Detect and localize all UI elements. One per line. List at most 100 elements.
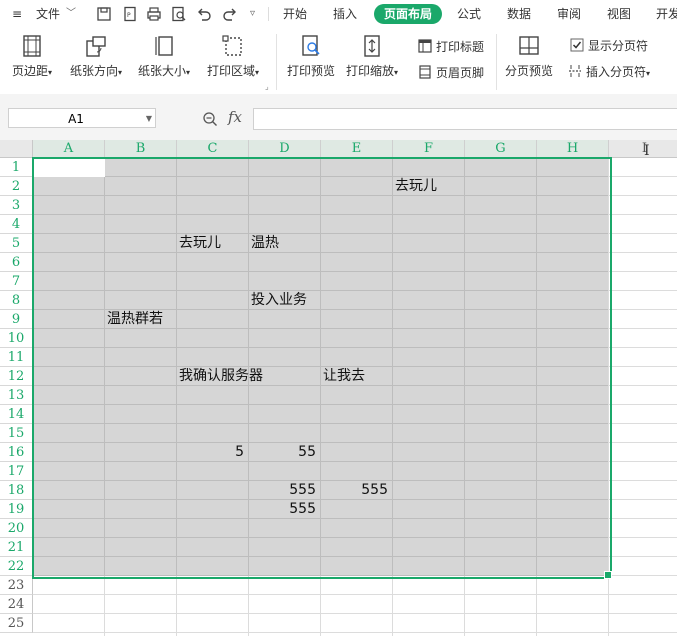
menu-divider: [268, 7, 269, 21]
column-header-f[interactable]: F: [393, 140, 465, 158]
spreadsheet-grid: ABCDEFGHI 1 2 3 4 5 6 7 8 9 10 11 12 13 14 15 16 17 18 19 2…: [0, 140, 677, 636]
save-icon[interactable]: [96, 6, 112, 22]
tab-page-layout[interactable]: 页面布局: [374, 4, 443, 24]
insert-page-break-button[interactable]: 插入分页符▾: [568, 63, 650, 81]
redo-icon[interactable]: [222, 6, 238, 22]
row-header-1[interactable]: 1: [0, 158, 33, 177]
row-header-23[interactable]: 23: [0, 576, 33, 595]
print-scale-button[interactable]: 打印缩放▾: [346, 34, 398, 79]
row-gridline: [609, 366, 677, 367]
row-gridline: [33, 632, 677, 633]
row-gridline: [609, 252, 677, 253]
column-header-g[interactable]: G: [465, 140, 537, 158]
row-header-22[interactable]: 22: [0, 557, 33, 576]
row-gridline: [609, 214, 677, 215]
row-header-6[interactable]: 6: [0, 253, 33, 272]
row-header-16[interactable]: 16: [0, 443, 33, 462]
orientation-button[interactable]: 纸张方向▾: [70, 34, 122, 79]
selection-border: [32, 157, 612, 579]
print-area-button[interactable]: 打印区域▾: [207, 34, 259, 79]
row-header-2[interactable]: 2: [0, 177, 33, 196]
chevron-down-icon[interactable]: ▼: [146, 109, 152, 129]
row-gridline: [609, 404, 677, 405]
row-header-20[interactable]: 20: [0, 519, 33, 538]
print-preview-icon[interactable]: [171, 6, 187, 22]
tab-insert[interactable]: 插入: [323, 4, 367, 24]
row-header-25[interactable]: 25: [0, 614, 33, 633]
row-header-15[interactable]: 15: [0, 424, 33, 443]
print-area-icon: [222, 35, 242, 56]
export-pdf-icon[interactable]: P: [122, 6, 138, 22]
row-header-10[interactable]: 10: [0, 329, 33, 348]
print-titles-label: 打印标题: [436, 40, 485, 54]
row-header-11[interactable]: 11: [0, 348, 33, 367]
paper-size-button[interactable]: 纸张大小▾: [138, 34, 190, 79]
row-gridline: [609, 575, 677, 576]
row-header-12[interactable]: 12: [0, 367, 33, 386]
print-titles-button[interactable]: 打印标题: [418, 38, 484, 56]
column-header-d[interactable]: D: [249, 140, 321, 158]
print-icon[interactable]: [146, 6, 162, 22]
row-header-14[interactable]: 14: [0, 405, 33, 424]
row-header-21[interactable]: 21: [0, 538, 33, 557]
row-gridline: [609, 556, 677, 557]
tab-formulas[interactable]: 公式: [447, 4, 491, 24]
ribbon: 页边距▾ 纸张方向▾ 纸张大小▾ 打印区域▾ ⌟ 打印预览 打印缩放▾ 打印标题…: [0, 28, 677, 95]
column-header-i[interactable]: I: [609, 140, 677, 158]
row-gridline: [609, 328, 677, 329]
name-box-value: A1: [68, 112, 84, 126]
cell-grid[interactable]: 去玩儿 去玩儿 温热 投入业务 温热群若 我确认服务器 让我去 5 55 555 555 555: [32, 157, 677, 636]
tab-review[interactable]: 审阅: [547, 4, 591, 24]
row-header-13[interactable]: 13: [0, 386, 33, 405]
zoom-icon[interactable]: [202, 111, 218, 127]
margins-button[interactable]: 页边距▾: [12, 34, 52, 79]
row-header-9[interactable]: 9: [0, 310, 33, 329]
name-box[interactable]: A1 ▼: [8, 108, 156, 128]
row-gridline: [33, 594, 677, 595]
row-gridline: [609, 423, 677, 424]
fx-label[interactable]: fx: [228, 108, 242, 126]
tab-home[interactable]: 开始: [273, 4, 317, 24]
page-break-preview-label: 分页预览: [505, 64, 554, 78]
row-header-18[interactable]: 18: [0, 481, 33, 500]
column-header-h[interactable]: H: [537, 140, 609, 158]
ribbon-divider: [496, 34, 497, 90]
print-preview-button[interactable]: 打印预览: [287, 34, 335, 79]
tab-data[interactable]: 数据: [497, 4, 541, 24]
show-page-breaks-checkbox[interactable]: 显示分页符: [570, 37, 648, 55]
chevron-down-icon[interactable]: ﹀: [66, 0, 76, 28]
header-footer-button[interactable]: 页眉页脚: [418, 64, 484, 82]
tab-developer[interactable]: 开发: [646, 4, 677, 24]
dialog-launcher-icon[interactable]: ⌟: [265, 82, 269, 91]
row-header-4[interactable]: 4: [0, 215, 33, 234]
hamburger-menu-icon[interactable]: ≡: [12, 0, 22, 28]
page-break-preview-icon: [519, 36, 539, 55]
print-preview-label: 打印预览: [287, 64, 336, 78]
orientation-label: 纸张方向: [70, 64, 119, 78]
row-header-8[interactable]: 8: [0, 291, 33, 310]
row-header-3[interactable]: 3: [0, 196, 33, 215]
row-header-5[interactable]: 5: [0, 234, 33, 253]
file-menu[interactable]: 文件: [36, 0, 60, 28]
row-header-19[interactable]: 19: [0, 500, 33, 519]
row-gridline: [609, 290, 677, 291]
column-header-e[interactable]: E: [321, 140, 393, 158]
column-header-a[interactable]: A: [33, 140, 105, 158]
row-header-24[interactable]: 24: [0, 595, 33, 614]
ribbon-divider: [276, 34, 277, 90]
select-all-corner[interactable]: [0, 140, 33, 158]
formula-input[interactable]: [253, 108, 677, 130]
tab-view[interactable]: 视图: [597, 4, 641, 24]
row-header-7[interactable]: 7: [0, 272, 33, 291]
checkbox-checked-icon: [570, 38, 584, 52]
page-break-preview-button[interactable]: 分页预览: [505, 34, 553, 79]
column-header-b[interactable]: B: [105, 140, 177, 158]
row-gridline: [609, 442, 677, 443]
row-header-17[interactable]: 17: [0, 462, 33, 481]
fill-handle[interactable]: [604, 571, 612, 579]
row-gridline: [609, 537, 677, 538]
undo-icon[interactable]: [196, 6, 212, 22]
column-header-c[interactable]: C: [177, 140, 249, 158]
quick-access-more-icon[interactable]: ▿: [250, 0, 255, 28]
print-titles-icon: [418, 39, 432, 53]
